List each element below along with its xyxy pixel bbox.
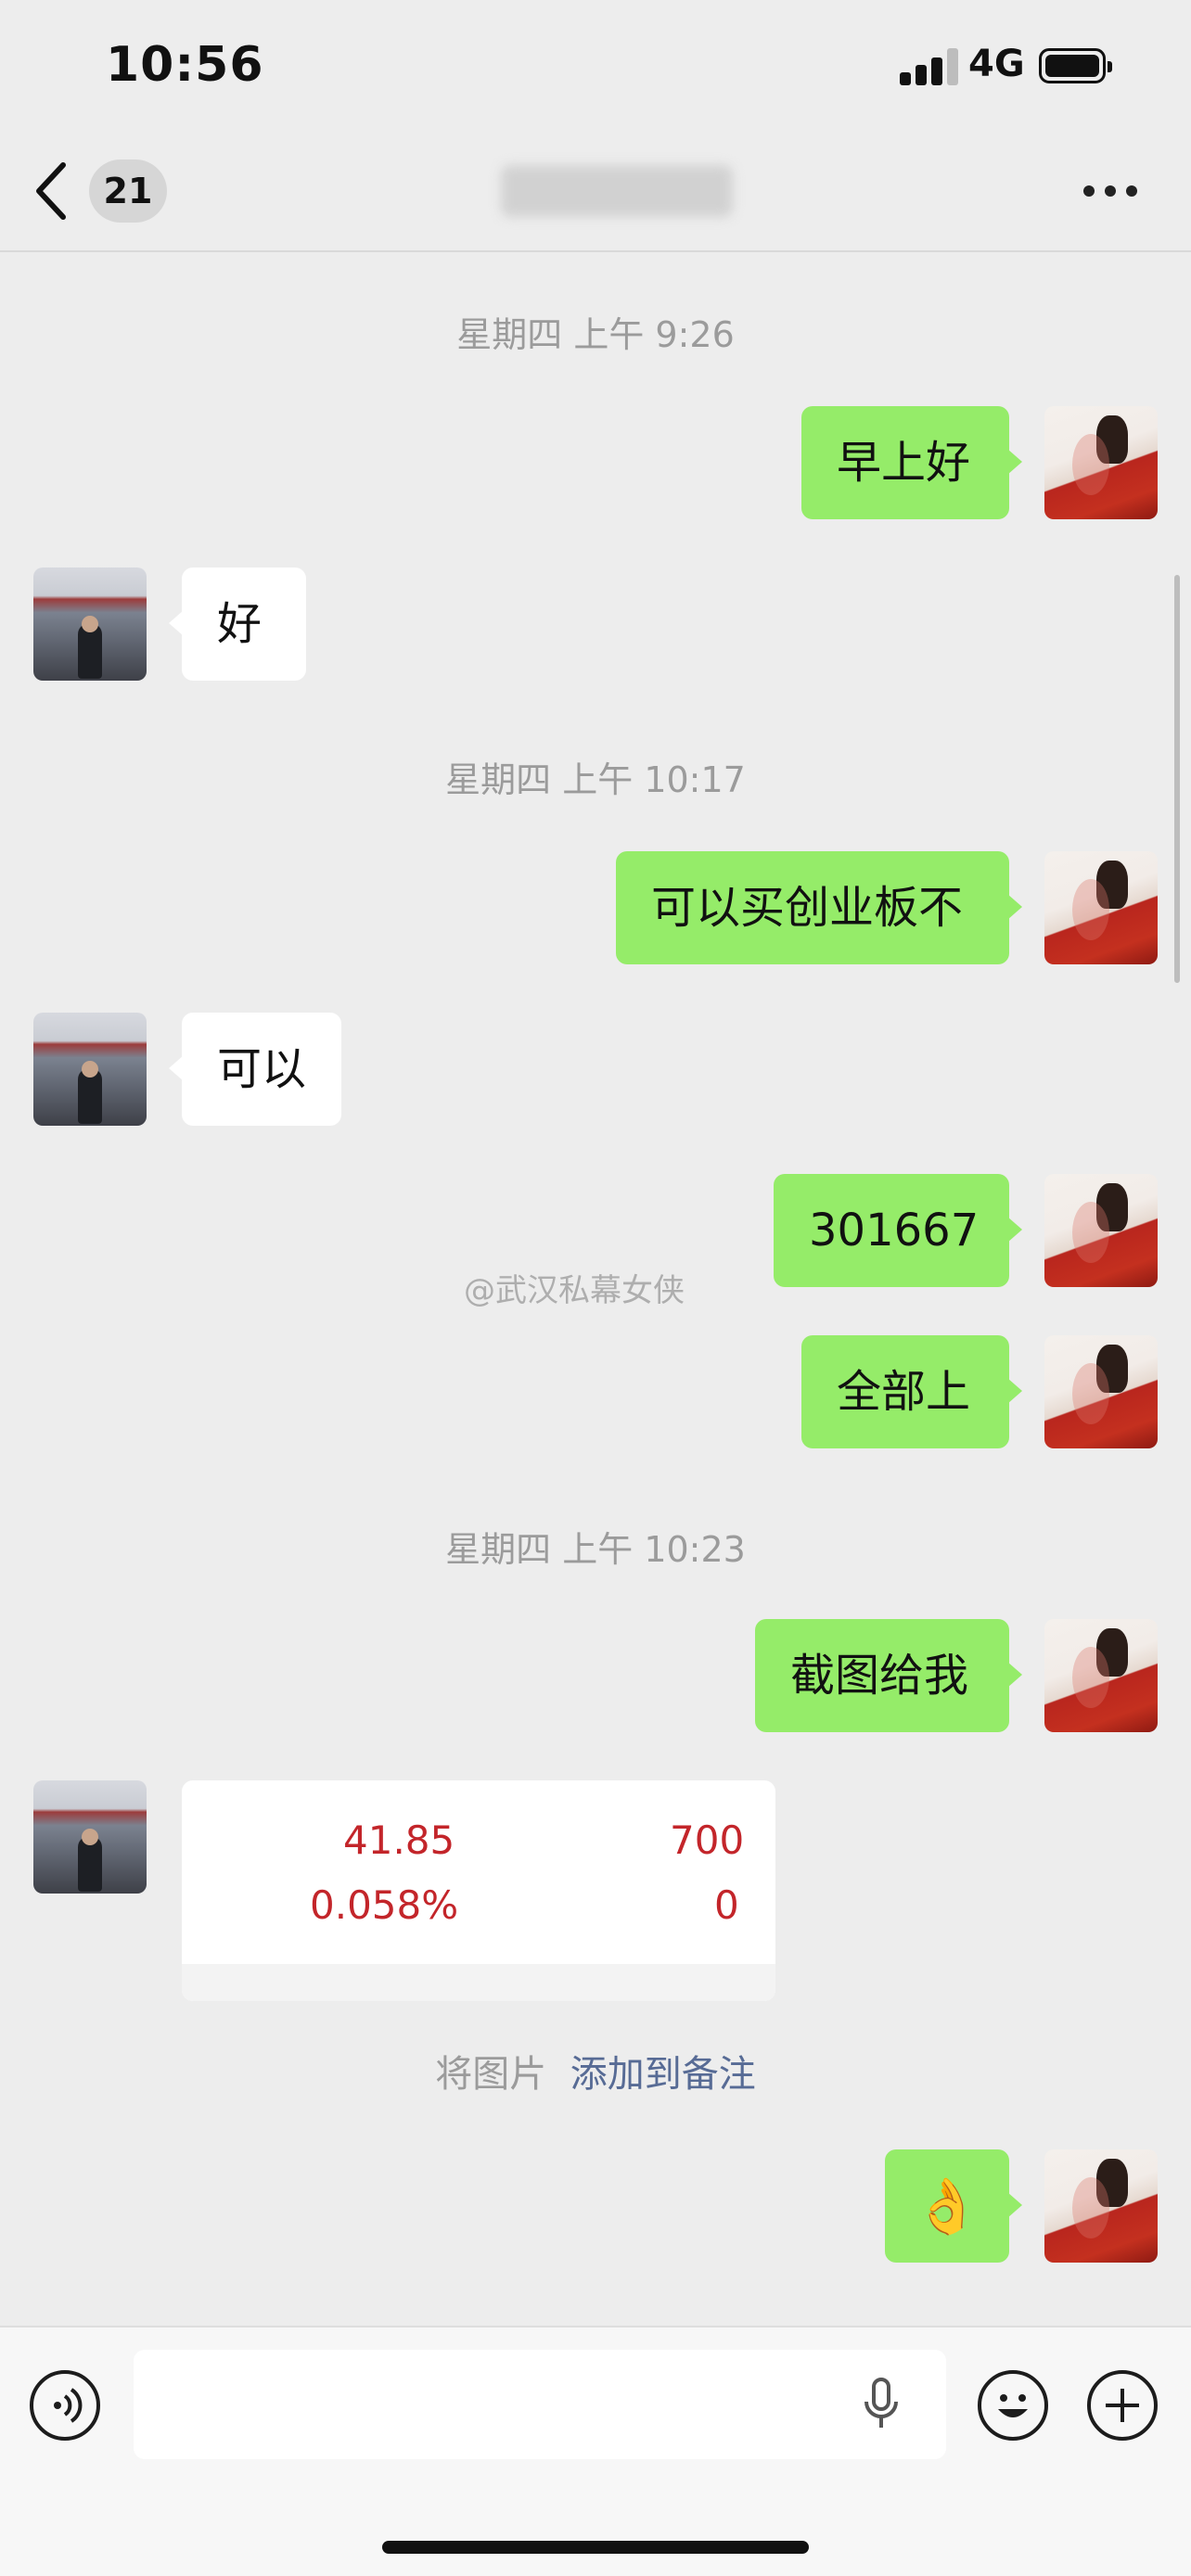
contact-avatar[interactable]	[33, 567, 147, 681]
chevron-left-icon[interactable]	[33, 161, 70, 221]
timestamp: 星期四 上午 10:17	[445, 759, 746, 800]
emoji-icon[interactable]	[978, 2370, 1048, 2441]
watermark: @武汉私幕女侠	[464, 1272, 685, 1309]
message-bubble-received[interactable]: 可以	[169, 1013, 341, 1126]
network-label: 4G	[968, 43, 1025, 85]
input-bar	[0, 2326, 1191, 2576]
timestamp: 星期四 上午 9:26	[456, 314, 735, 355]
message-bubble-sent[interactable]: 可以买创业板不	[616, 851, 1022, 964]
my-avatar[interactable]	[1044, 1174, 1158, 1287]
microphone-icon[interactable]	[863, 2378, 900, 2433]
my-avatar[interactable]	[1044, 851, 1158, 964]
message-bubble-sent[interactable]: 早上好	[801, 406, 1022, 519]
contact-avatar[interactable]	[33, 1013, 147, 1126]
image-bottom-strip	[182, 1964, 775, 2001]
stock-quantity: 700	[670, 1817, 745, 1863]
my-avatar[interactable]	[1044, 1619, 1158, 1732]
add-to-note-link[interactable]: 添加到备注	[570, 2053, 756, 2096]
chat-title	[501, 165, 733, 217]
message-bubble-sent-emoji[interactable]: 👌	[885, 2149, 1022, 2263]
voice-mode-icon[interactable]	[30, 2370, 100, 2441]
image-message[interactable]: 41.85 700 0.058% 0	[182, 1780, 775, 2001]
home-indicator	[382, 2541, 809, 2554]
add-to-note-hint: 将图片 添加到备注	[0, 2044, 1191, 2098]
message-bubble-sent[interactable]: 全部上	[801, 1335, 1022, 1448]
message-bubble-sent[interactable]: 301667	[774, 1174, 1022, 1287]
battery-icon	[1039, 48, 1112, 83]
message-input[interactable]	[134, 2350, 946, 2459]
contact-avatar[interactable]	[33, 1780, 147, 1894]
chat-header: 21	[0, 130, 1191, 252]
status-bar: 10:56 4G	[0, 0, 1191, 130]
timestamp: 星期四 上午 10:23	[445, 1529, 746, 1570]
my-avatar[interactable]	[1044, 2149, 1158, 2263]
stock-price: 41.85	[343, 1817, 455, 1863]
my-avatar[interactable]	[1044, 1335, 1158, 1448]
add-icon[interactable]	[1087, 2370, 1158, 2441]
stock-percent: 0.058%	[310, 1882, 459, 1928]
message-bubble-sent[interactable]: 截图给我	[755, 1619, 1022, 1732]
message-bubble-received[interactable]: 好	[169, 567, 306, 681]
scrollbar[interactable]	[1174, 575, 1180, 983]
hint-text: 将图片	[435, 2053, 547, 2096]
signal-icon	[900, 48, 959, 85]
stock-zero: 0	[714, 1882, 739, 1928]
status-time: 10:56	[106, 37, 264, 93]
unread-count-badge[interactable]: 21	[89, 159, 167, 223]
more-dots-icon[interactable]	[1083, 185, 1137, 198]
my-avatar[interactable]	[1044, 406, 1158, 519]
